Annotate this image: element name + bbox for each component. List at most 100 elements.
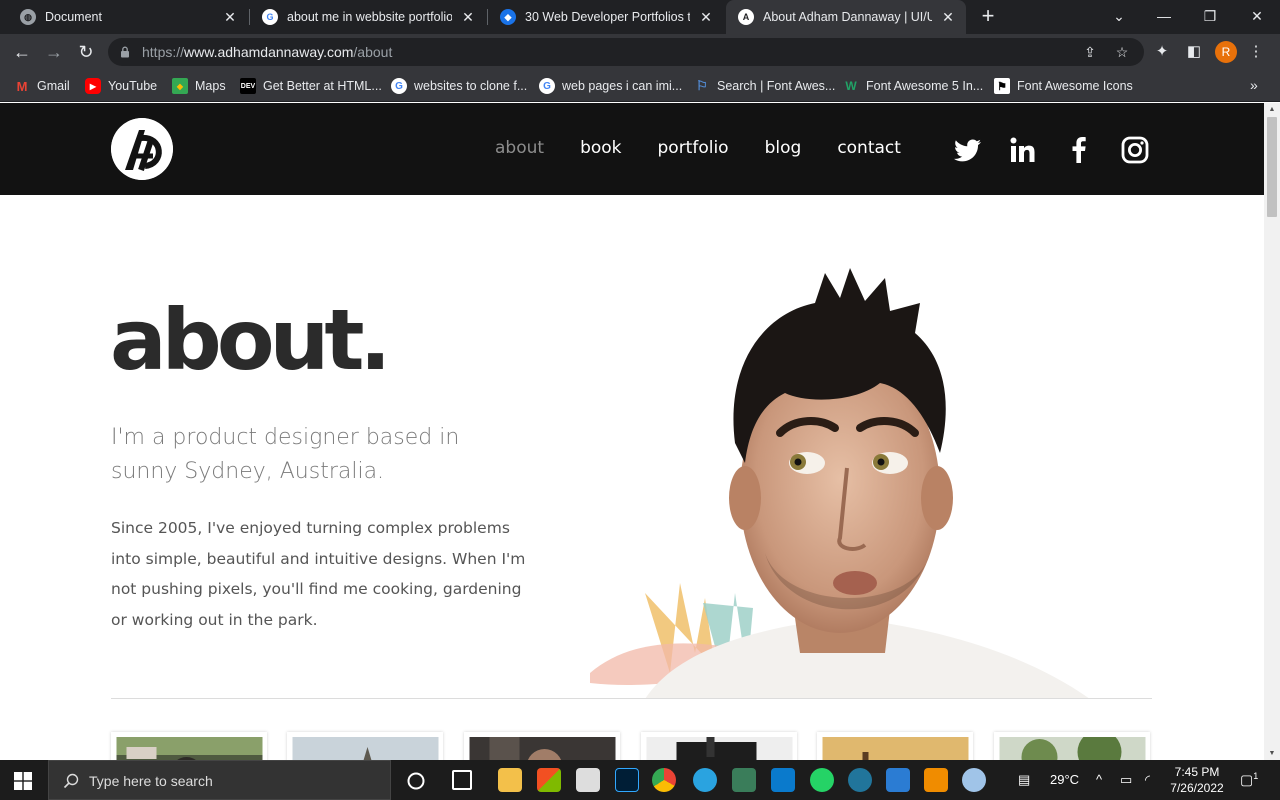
w-icon: W [845,79,857,93]
bookmark-fa-search[interactable]: ⚐ Search | Font Awes... [694,77,835,95]
vlc-icon[interactable] [924,768,948,792]
search-placeholder: Type here to search [89,773,213,789]
installer-icon[interactable] [732,768,756,792]
hostinger-icon: ◆ [500,9,516,25]
flag-icon: ⚐ [696,78,708,93]
bookmark-fa-icons[interactable]: ⚑ Font Awesome Icons [994,77,1133,95]
keyboard-icon[interactable]: ▤ [1018,772,1030,788]
extensions-icon[interactable]: ✦ [1152,42,1172,62]
bookmark-label: Maps [195,79,226,93]
section-divider [111,698,1152,699]
close-window-button[interactable]: ✕ [1234,0,1280,34]
word-icon[interactable] [886,768,910,792]
nav-about[interactable]: about [495,138,544,158]
back-button[interactable]: ← [9,39,35,65]
windows-taskbar: Type here to search ▤ 29°C ^ ▭ ◜ 7:45 PM… [0,760,1280,800]
minimize-button[interactable]: — [1141,0,1187,34]
telegram-icon[interactable] [693,768,717,792]
taskbar-search[interactable]: Type here to search [48,760,391,800]
wifi-icon[interactable]: ◜ [1145,772,1150,788]
notification-count: 1 [1253,771,1259,781]
app-icon[interactable] [962,768,986,792]
address-bar[interactable]: https://www.adhamdannaway.com/about ⇪ ☆ [108,38,1144,66]
menu-icon[interactable]: ⋮ [1246,42,1266,62]
restore-button[interactable]: ❐ [1187,0,1233,34]
close-tab-icon[interactable]: ✕ [222,9,238,26]
facebook-icon[interactable] [1063,134,1095,166]
google-icon: G [539,78,555,94]
tab-about-adham[interactable]: A About Adham Dannaway | UI/UX ✕ [726,0,966,34]
page-scrollbar[interactable]: ▲ ▼ [1264,103,1280,760]
new-tab-button[interactable]: + [976,4,1000,30]
reload-button[interactable]: ↻ [73,39,99,65]
gallery-photo [469,737,616,760]
bookmark-star-icon[interactable]: ☆ [1114,44,1130,60]
bookmark-fa5[interactable]: W Font Awesome 5 In... [843,77,983,95]
gallery-thumb[interactable] [287,732,443,760]
scroll-down-icon[interactable]: ▼ [1268,750,1276,757]
gallery-thumb[interactable] [111,732,267,760]
bookmark-label: Font Awesome Icons [1017,79,1133,93]
weather-text[interactable]: 29°C [1050,772,1079,787]
bio-paragraph: Since 2005, I've enjoyed turning complex… [111,519,526,629]
forward-button[interactable]: → [41,39,67,65]
tab-about-me-search[interactable]: G about me in webbsite portfolio id ✕ [250,0,486,34]
scroll-up-icon[interactable]: ▲ [1268,106,1276,113]
tab-search-icon[interactable]: ⌄ [1096,0,1142,34]
photoshop-icon[interactable] [615,768,639,792]
bookmark-youtube[interactable]: ▶ YouTube [85,77,157,95]
page-title: about. [110,291,391,389]
scroll-thumb[interactable] [1267,117,1277,217]
close-tab-icon[interactable]: ✕ [940,9,956,26]
tab-title: about me in webbsite portfolio id [287,10,452,24]
google-icon: G [391,78,407,94]
nav-book[interactable]: book [580,138,621,158]
close-tab-icon[interactable]: ✕ [460,9,476,26]
ad-logo-icon[interactable] [111,118,173,180]
vscode-icon[interactable] [771,768,795,792]
close-tab-icon[interactable]: ✕ [698,9,714,26]
windows-start-icon[interactable] [14,772,32,790]
bookmark-maps[interactable]: ◆ Maps [172,77,226,95]
whatsapp-icon[interactable] [810,768,834,792]
more-bookmarks-icon[interactable]: » [1250,77,1258,93]
gallery-thumb[interactable] [994,730,1150,760]
site-header: about book portfolio blog contact [0,103,1264,195]
side-panel-icon[interactable]: ◧ [1184,42,1204,62]
gallery-thumb[interactable] [464,732,620,760]
bookmark-dev[interactable]: DEV Get Better at HTML... [240,77,382,95]
tray-overflow-icon[interactable]: ^ [1096,772,1102,787]
linkedin-icon[interactable] [1007,134,1039,166]
instagram-icon[interactable] [1119,134,1151,166]
store-icon[interactable] [537,768,561,792]
gallery-thumb[interactable] [817,732,973,760]
youtube-icon: ▶ [85,78,101,94]
notifications-icon[interactable]: ▢1 [1240,771,1258,789]
chrome-icon[interactable] [652,768,676,792]
nav-portfolio[interactable]: portfolio [658,138,729,158]
tab-document[interactable]: ◍ Document ✕ [8,0,248,34]
task-view-icon[interactable] [452,770,472,790]
gallery-thumb[interactable] [641,732,797,760]
bookmark-websites-to-clone[interactable]: G websites to clone f... [391,77,527,95]
taskbar-clock[interactable]: 7:45 PM 7/26/2022 [1164,764,1230,796]
mail-icon[interactable] [576,768,600,792]
battery-icon[interactable]: ▭ [1120,772,1132,788]
bookmark-label: Search | Font Awes... [717,79,836,93]
nav-contact[interactable]: contact [837,138,901,158]
tab-web-dev-portfolios[interactable]: ◆ 30 Web Developer Portfolios to In ✕ [488,0,724,34]
cortana-icon[interactable] [406,771,426,791]
twitter-icon[interactable] [951,134,983,166]
file-explorer-icon[interactable] [498,768,522,792]
profile-avatar[interactable]: R [1215,41,1237,63]
wordpress-icon[interactable] [848,768,872,792]
gallery-photo [116,737,263,760]
share-icon[interactable]: ⇪ [1082,44,1098,60]
clock-date: 7/26/2022 [1170,781,1224,795]
nav-blog[interactable]: blog [765,138,802,158]
gallery-photo [822,737,969,760]
bookmark-label: websites to clone f... [414,79,528,93]
bookmark-gmail[interactable]: M Gmail [14,77,70,95]
tab-title: Document [45,10,102,24]
bookmark-web-pages[interactable]: G web pages i can imi... [539,77,682,95]
